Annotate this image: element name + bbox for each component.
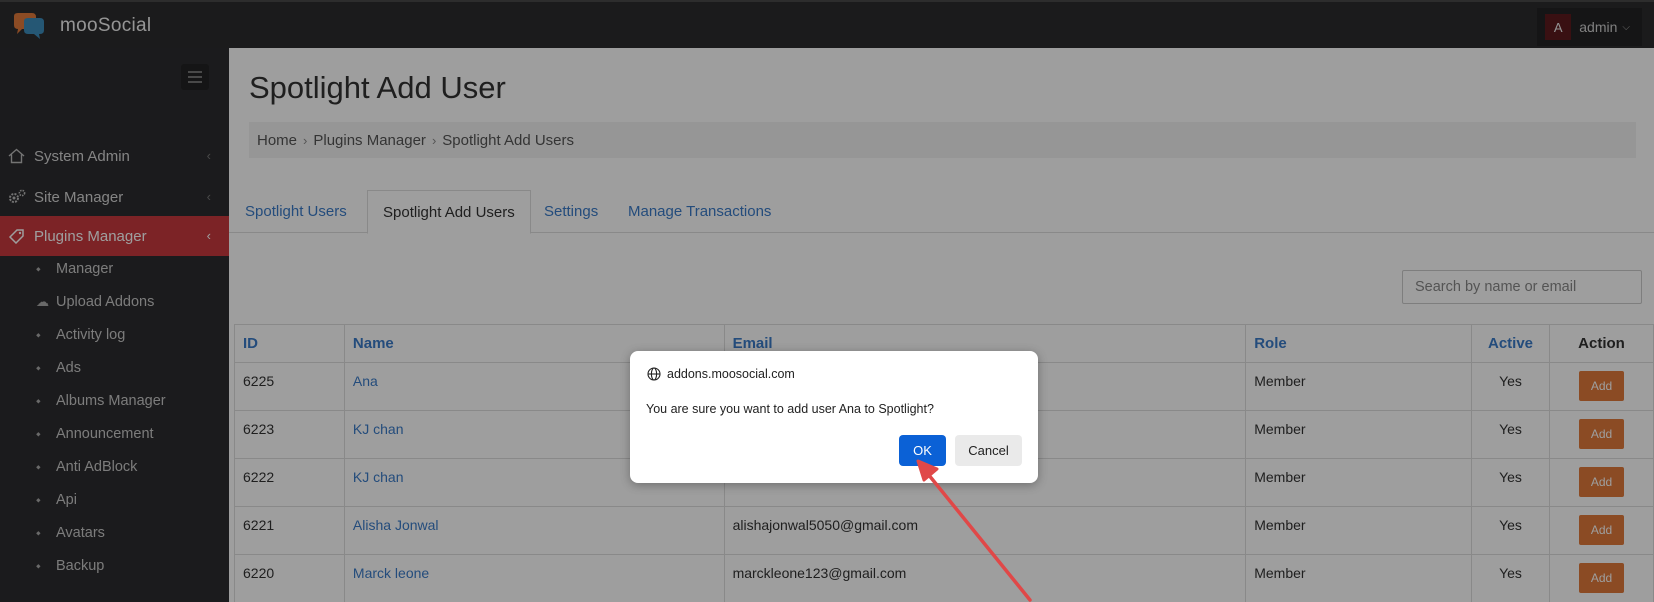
modal-overlay (0, 0, 1654, 602)
dialog-origin: addons.moosocial.com (647, 367, 795, 381)
confirm-dialog: addons.moosocial.com You are sure you wa… (630, 351, 1038, 483)
cancel-button[interactable]: Cancel (955, 435, 1022, 466)
dialog-message: You are sure you want to add user Ana to… (646, 402, 934, 416)
dialog-origin-text: addons.moosocial.com (667, 367, 795, 381)
ok-button[interactable]: OK (899, 435, 946, 466)
globe-icon (647, 367, 661, 381)
